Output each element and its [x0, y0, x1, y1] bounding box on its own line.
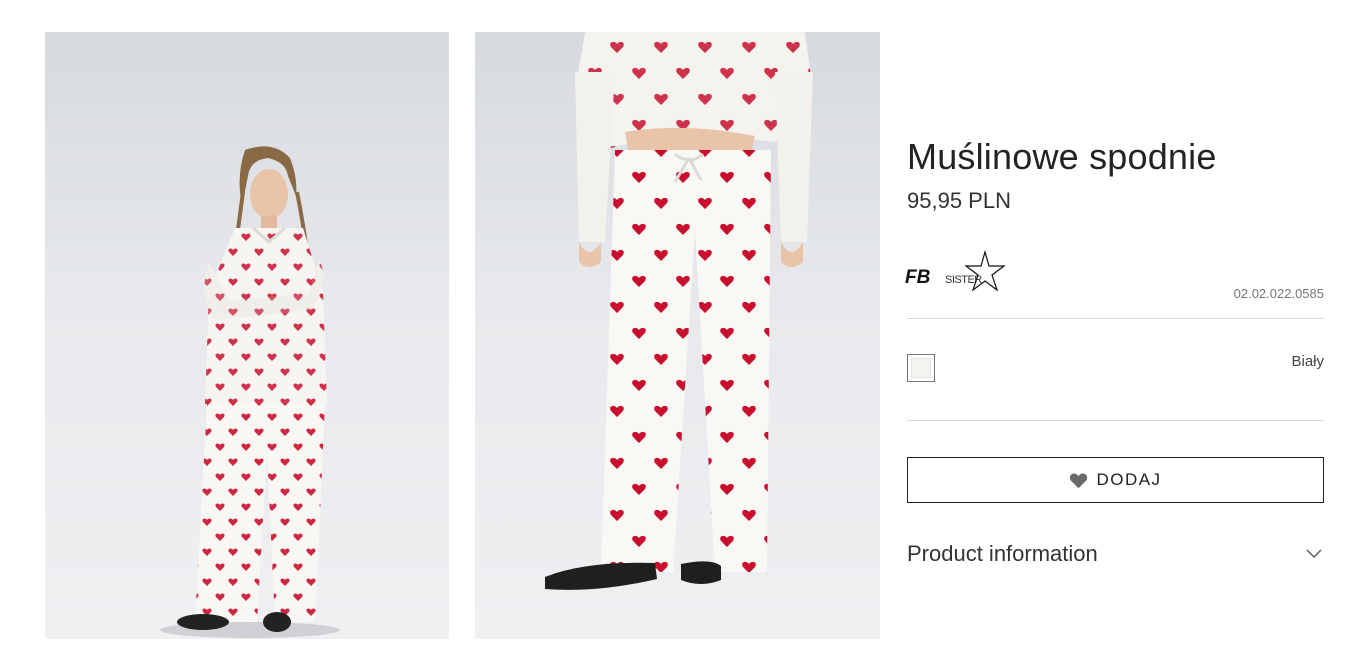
accordion-label: Product information: [907, 541, 1098, 566]
divider: [907, 420, 1324, 421]
product-price: 95,95 PLN: [907, 188, 1011, 213]
add-button-label: DODAJ: [1096, 470, 1162, 489]
product-title: Muślinowe spodnie: [907, 136, 1217, 177]
selected-color-name: Biały: [1291, 353, 1324, 370]
product-image-1[interactable]: [45, 32, 449, 639]
product-sku: 02.02.022.0585: [1233, 286, 1324, 301]
model-full-body-illustration: [160, 146, 340, 638]
heart-icon: [1070, 473, 1088, 488]
color-swatch-fill: [911, 358, 931, 378]
chevron-down-icon: [1306, 549, 1322, 558]
product-information-accordion[interactable]: Product information: [907, 534, 1324, 574]
divider: [907, 318, 1324, 319]
brand-logo[interactable]: FB SISTER: [905, 250, 1013, 298]
brand-logo-main: FB: [905, 267, 931, 288]
color-swatch-white[interactable]: [907, 354, 935, 382]
model-pants-closeup-illustration: [545, 32, 813, 590]
add-to-wishlist-button[interactable]: DODAJ: [907, 457, 1324, 503]
product-image-2[interactable]: [475, 32, 880, 639]
product-details-panel: Muślinowe spodnie 95,95 PLN FB SISTER 02…: [905, 0, 1324, 655]
